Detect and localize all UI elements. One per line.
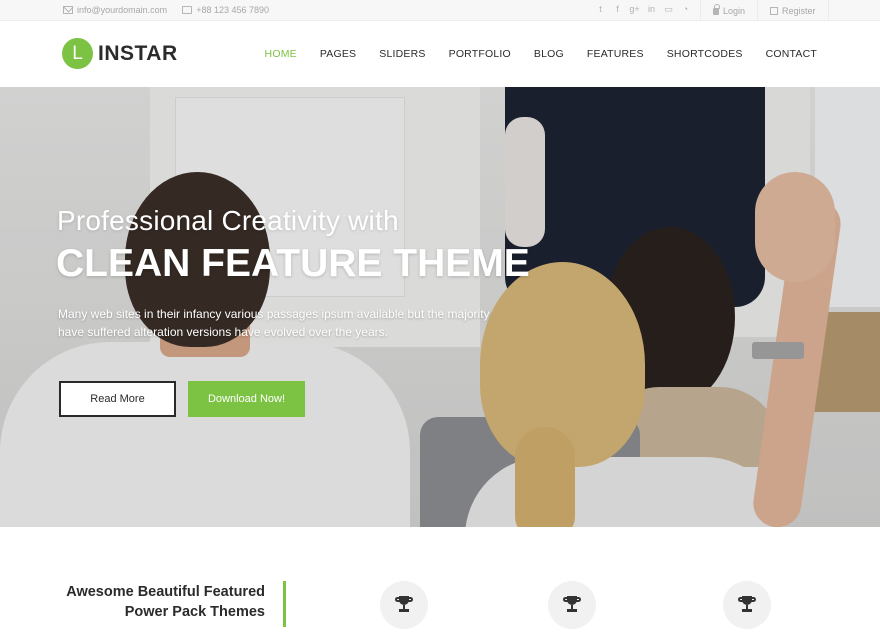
nav-blog[interactable]: BLOG <box>534 48 564 60</box>
login-label: Login <box>723 5 746 16</box>
phone-contact: +88 123 456 7890 <box>182 5 269 15</box>
trophy-icon <box>394 595 414 615</box>
trophy-icon <box>562 595 582 615</box>
main-nav: HOME PAGES SLIDERS PORTFOLIO BLOG FEATUR… <box>242 48 817 60</box>
hero-subtitle: Professional Creativity with <box>57 205 399 236</box>
nav-home[interactable]: HOME <box>265 48 297 60</box>
google-plus-icon[interactable]: g+ <box>626 4 643 15</box>
features-section: Awesome Beautiful Featured Power Pack Th… <box>0 527 880 640</box>
feature-icon-2 <box>548 581 596 629</box>
contact-info: info@yourdomain.com +88 123 456 7890 <box>63 5 284 15</box>
site-header: L INSTAR HOME PAGES SLIDERS PORTFOLIO BL… <box>0 21 880 87</box>
nav-shortcodes[interactable]: SHORTCODES <box>667 48 743 60</box>
logo-text: INSTAR <box>98 41 178 65</box>
features-intro-line1: Awesome Beautiful Featured <box>66 584 265 600</box>
hero-slider: Professional Creativity with CLEAN FEATU… <box>0 87 880 527</box>
phone-text: +88 123 456 7890 <box>196 5 270 15</box>
trophy-icon <box>737 595 757 615</box>
nav-contact[interactable]: CONTACT <box>766 48 817 60</box>
youtube-icon[interactable]: ▭ <box>660 4 677 15</box>
auth-links: Login Register <box>700 0 829 21</box>
rss-icon[interactable]: ◔ <box>677 4 694 15</box>
email-text[interactable]: info@yourdomain.com <box>77 5 167 15</box>
nav-pages[interactable]: PAGES <box>320 48 356 60</box>
mail-icon <box>63 6 73 14</box>
logo-mark: L <box>62 38 93 69</box>
social-links: t f g+ in ▭ ◔ <box>592 4 694 15</box>
nav-features[interactable]: FEATURES <box>587 48 644 60</box>
top-bar: info@yourdomain.com +88 123 456 7890 t f… <box>0 0 880 21</box>
read-more-button[interactable]: Read More <box>59 381 176 417</box>
feature-icon-1 <box>380 581 428 629</box>
email-contact[interactable]: info@yourdomain.com <box>63 5 167 15</box>
nav-sliders[interactable]: SLIDERS <box>379 48 425 60</box>
lock-icon <box>713 4 720 15</box>
login-button[interactable]: Login <box>700 0 757 21</box>
download-now-button[interactable]: Download Now! <box>188 381 305 417</box>
register-button[interactable]: Register <box>757 0 829 21</box>
feature-icon-3 <box>723 581 771 629</box>
nav-portfolio[interactable]: PORTFOLIO <box>449 48 511 60</box>
phone-icon <box>182 6 193 14</box>
facebook-icon[interactable]: f <box>609 4 626 15</box>
logo[interactable]: L INSTAR <box>62 38 178 69</box>
register-label: Register <box>782 5 816 16</box>
linkedin-icon[interactable]: in <box>643 4 660 15</box>
hero-description: Many web sites in their infancy various … <box>58 307 490 339</box>
accent-divider <box>283 581 286 627</box>
edit-icon <box>770 6 779 15</box>
features-intro-line2: Power Pack Themes <box>124 604 265 620</box>
twitter-icon[interactable]: t <box>592 4 609 15</box>
hero-title: CLEAN FEATURE THEME <box>56 242 530 285</box>
features-intro: Awesome Beautiful Featured Power Pack Th… <box>66 582 265 622</box>
